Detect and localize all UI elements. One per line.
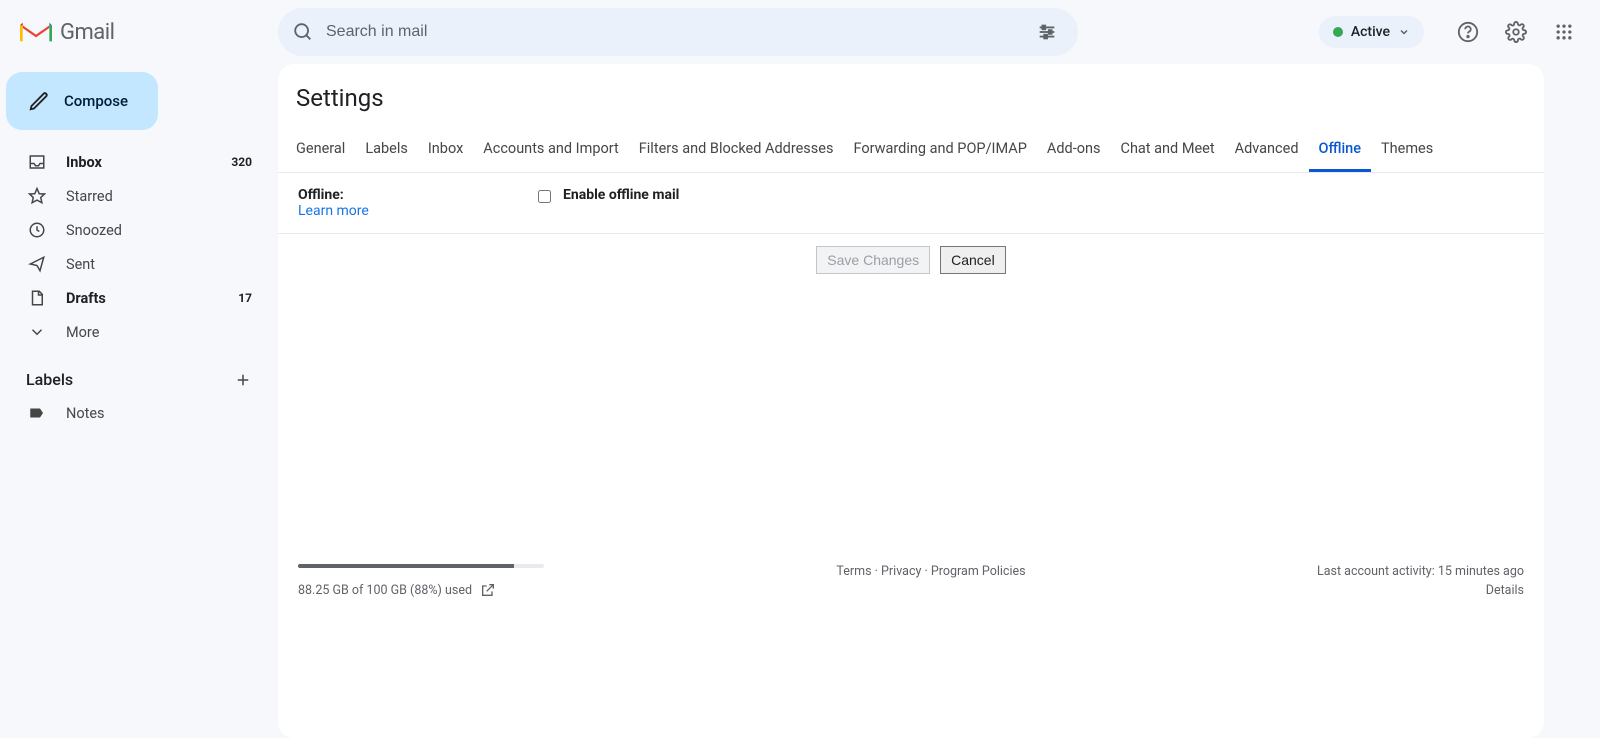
label-tag-icon <box>28 404 48 422</box>
tab-inbox[interactable]: Inbox <box>418 130 473 172</box>
nav-label: Snoozed <box>66 222 252 239</box>
sidebar: Compose Inbox 320 Starred Snoozed Sent D… <box>0 64 278 738</box>
clock-icon <box>28 221 48 239</box>
tab-themes[interactable]: Themes <box>1371 130 1443 172</box>
nav-label: More <box>66 324 252 341</box>
tab-labels[interactable]: Labels <box>355 130 418 172</box>
tab-accounts[interactable]: Accounts and Import <box>473 130 628 172</box>
logo-area[interactable]: Gmail <box>16 20 278 45</box>
external-link-icon[interactable] <box>480 582 496 598</box>
sidebar-item-snoozed[interactable]: Snoozed <box>6 214 266 246</box>
save-changes-button[interactable]: Save Changes <box>816 246 930 274</box>
status-dot-icon <box>1333 27 1343 37</box>
inbox-icon <box>28 153 48 171</box>
chevron-down-icon <box>1398 26 1410 38</box>
status-text: Active <box>1351 24 1390 40</box>
page-title: Settings <box>278 84 1544 130</box>
nav-label: Starred <box>66 188 252 205</box>
settings-tabs: General Labels Inbox Accounts and Import… <box>278 130 1544 173</box>
storage-text: 88.25 GB of 100 GB (88%) used <box>298 583 472 598</box>
nav-count: 320 <box>231 155 252 169</box>
offline-setting-row: Offline: Learn more Enable offline mail <box>278 173 1544 234</box>
nav-label: Drafts <box>66 290 220 307</box>
enable-offline-checkbox[interactable] <box>538 190 551 203</box>
storage-progress <box>298 564 544 568</box>
search-icon[interactable] <box>292 21 314 43</box>
learn-more-link[interactable]: Learn more <box>298 203 369 219</box>
search-input[interactable] <box>326 23 1030 41</box>
footer: 88.25 GB of 100 GB (88%) used Terms · Pr… <box>278 552 1544 738</box>
apps-grid-icon[interactable] <box>1544 12 1584 52</box>
compose-label: Compose <box>64 92 128 110</box>
nav-label: Sent <box>66 256 252 273</box>
storage-progress-fill <box>298 564 514 568</box>
pencil-icon <box>28 90 50 112</box>
tab-offline[interactable]: Offline <box>1309 130 1372 172</box>
labels-header: Labels <box>6 350 266 397</box>
terms-link[interactable]: Terms <box>836 564 871 579</box>
tab-general[interactable]: General <box>286 130 355 172</box>
search-bar[interactable] <box>278 8 1078 56</box>
tab-forwarding[interactable]: Forwarding and POP/IMAP <box>843 130 1036 172</box>
gmail-logo-icon <box>20 20 52 44</box>
footer-sep: · <box>921 564 930 579</box>
plus-icon[interactable] <box>234 371 252 389</box>
tab-addons[interactable]: Add-ons <box>1037 130 1111 172</box>
sidebar-item-sent[interactable]: Sent <box>6 248 266 280</box>
settings-gear-icon[interactable] <box>1496 12 1536 52</box>
sidebar-item-drafts[interactable]: Drafts 17 <box>6 282 266 314</box>
nav-count: 17 <box>238 291 252 305</box>
sidebar-item-inbox[interactable]: Inbox 320 <box>6 146 266 178</box>
sidebar-item-starred[interactable]: Starred <box>6 180 266 212</box>
help-icon[interactable] <box>1448 12 1488 52</box>
header-right: Active <box>1319 12 1584 52</box>
tab-chat[interactable]: Chat and Meet <box>1111 130 1225 172</box>
star-icon <box>28 187 48 205</box>
product-name: Gmail <box>60 20 114 45</box>
status-chip[interactable]: Active <box>1319 16 1424 48</box>
policies-link[interactable]: Program Policies <box>931 564 1026 579</box>
sidebar-item-more[interactable]: More <box>6 316 266 348</box>
nav-label: Notes <box>66 405 252 422</box>
labels-title: Labels <box>26 370 73 389</box>
chevron-down-icon <box>28 323 48 341</box>
settings-actions: Save Changes Cancel <box>278 234 1544 286</box>
footer-sep: · <box>872 564 881 579</box>
search-options-icon[interactable] <box>1030 15 1064 49</box>
nav-label: Inbox <box>66 154 213 171</box>
activity-text: Last account activity: 15 minutes ago <box>1317 564 1524 579</box>
offline-label: Offline: <box>298 187 344 203</box>
app-header: Gmail Active <box>0 0 1600 64</box>
cancel-button[interactable]: Cancel <box>940 246 1006 274</box>
tab-filters[interactable]: Filters and Blocked Addresses <box>629 130 844 172</box>
tab-advanced[interactable]: Advanced <box>1225 130 1309 172</box>
sidebar-label-notes[interactable]: Notes <box>6 397 266 429</box>
send-icon <box>28 255 48 273</box>
compose-button[interactable]: Compose <box>6 72 158 130</box>
privacy-link[interactable]: Privacy <box>881 564 921 579</box>
file-icon <box>28 289 48 307</box>
details-link[interactable]: Details <box>1164 583 1524 598</box>
enable-offline-label: Enable offline mail <box>563 187 679 203</box>
settings-panel: Settings General Labels Inbox Accounts a… <box>278 64 1544 738</box>
